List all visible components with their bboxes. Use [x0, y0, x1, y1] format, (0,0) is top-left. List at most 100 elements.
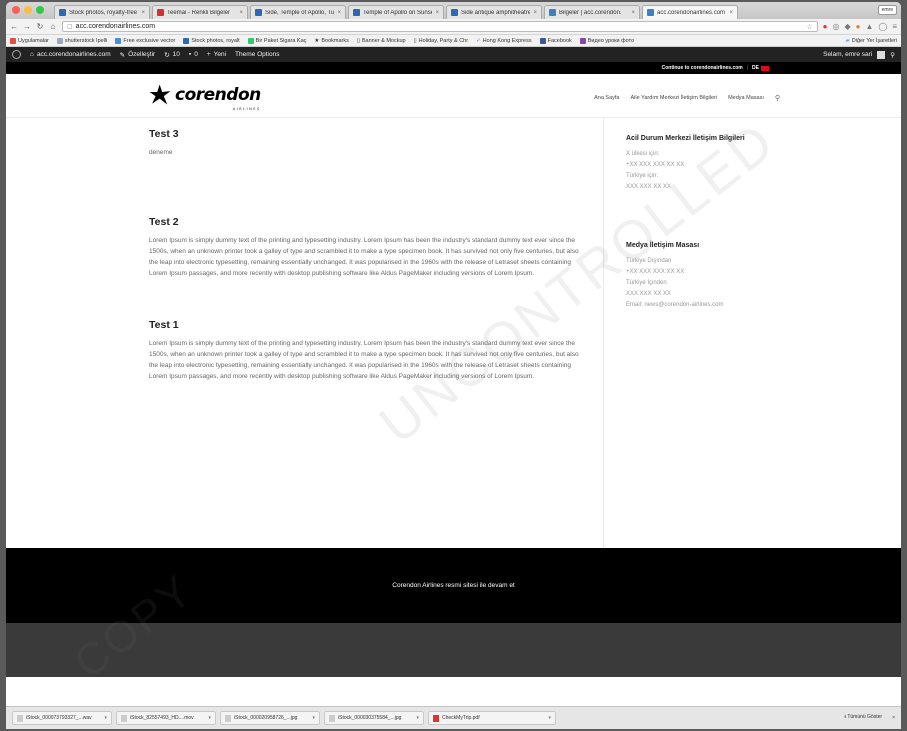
- show-all-downloads-link[interactable]: ⭳ Tümünü Göster: [844, 714, 882, 722]
- chevron-down-icon[interactable]: ▾: [208, 715, 211, 721]
- forward-arrow-icon[interactable]: →: [23, 22, 31, 31]
- tab-label: Teemai - Renkli Bilgeler: [167, 9, 231, 16]
- admin-site-label: acc.corendonairlines.com: [36, 51, 111, 58]
- admin-greeting[interactable]: Selam, emre sari: [823, 51, 872, 58]
- tab-favicon-icon: [353, 9, 360, 16]
- bookmark-item[interactable]: Free exclusive vector: [115, 37, 176, 44]
- close-tab-icon[interactable]: ×: [533, 10, 537, 16]
- footer-link[interactable]: Corendon Airlines resmi sitesi ile devam…: [392, 582, 514, 589]
- download-item[interactable]: iStock_000030375584_...jpg ▾: [324, 711, 424, 725]
- menu-icon[interactable]: ≡: [892, 22, 897, 31]
- bookmark-item[interactable]: ★ Bookmarks: [314, 38, 348, 44]
- bookmark-item[interactable]: Uygulamalar: [10, 37, 49, 44]
- browser-tab[interactable]: Teemai - Renkli Bilgeler ×: [152, 5, 248, 19]
- bookmark-item[interactable]: Facebook: [539, 37, 572, 44]
- download-item[interactable]: iStock_82557493_HD....mov ▾: [116, 711, 216, 725]
- extension-icon[interactable]: ◎: [832, 22, 839, 31]
- tab-label: Bilgeler | acc.corendon.: [559, 9, 622, 16]
- close-downloads-icon[interactable]: ×: [892, 715, 895, 721]
- admin-comments-link[interactable]: ▪ 0: [189, 51, 198, 58]
- zoom-window-button[interactable]: [36, 6, 44, 14]
- continue-link[interactable]: Continue to corendonairlines.com: [662, 65, 743, 71]
- address-bar[interactable]: ▢ acc.corendonairlines.com ☆: [62, 21, 818, 32]
- wp-logo-menu[interactable]: [12, 50, 21, 59]
- admin-updates-link[interactable]: ↻ 10: [164, 51, 180, 59]
- bookmark-item[interactable]: ▯ Banner & Mockup: [357, 38, 406, 44]
- extension-icon[interactable]: ◯: [878, 22, 887, 31]
- browser-toolbar: ← → ↻ ⌂ ▢ acc.corendonairlines.com ☆ ● ◎…: [6, 19, 901, 35]
- extension-icon[interactable]: ◆: [844, 22, 850, 31]
- tab-favicon-icon: [59, 9, 66, 16]
- admin-new-link[interactable]: + Yeni: [207, 51, 226, 58]
- browser-tab[interactable]: Temple of Apollo on Sunset ×: [348, 5, 444, 19]
- bookmark-star-icon[interactable]: ☆: [806, 23, 812, 31]
- search-icon[interactable]: ⚲: [890, 51, 895, 59]
- page-icon: ▢: [67, 24, 73, 30]
- post-title[interactable]: Test 3: [149, 128, 579, 140]
- close-window-button[interactable]: [12, 6, 20, 14]
- bookmark-item[interactable]: ▯ Holiday, Party & Chr: [414, 38, 468, 44]
- profile-button[interactable]: emre: [877, 5, 897, 15]
- bookmark-item[interactable]: shutterstock Ipelli: [56, 37, 107, 44]
- bookmark-favicon-icon: [183, 37, 190, 44]
- language-switch[interactable]: DE: [752, 65, 769, 71]
- bookmark-item[interactable]: Видео уроки фото: [579, 37, 635, 44]
- widget-line: XXX XXX XX XX: [626, 184, 672, 190]
- nav-item-home[interactable]: Ana Sayfa: [594, 95, 619, 101]
- extension-icon[interactable]: ●: [856, 22, 861, 31]
- download-item[interactable]: iStock_000020958726_...jpg ▾: [220, 711, 320, 725]
- close-tab-icon[interactable]: ×: [631, 10, 635, 16]
- admin-customize-link[interactable]: ✎ Özelleştir: [120, 51, 156, 59]
- admin-new-label: Yeni: [213, 51, 227, 58]
- chevron-down-icon[interactable]: ▾: [312, 715, 315, 721]
- tab-favicon-icon: [549, 9, 556, 16]
- close-tab-icon[interactable]: ×: [435, 10, 439, 16]
- tab-label: acc.corendonairlines.com: [657, 9, 726, 16]
- download-item[interactable]: iStock_000073793327_...wav ▾: [12, 711, 112, 725]
- post-title[interactable]: Test 1: [149, 319, 579, 331]
- download-item[interactable]: CheckMyTrip.pdf ▾: [428, 711, 556, 725]
- email-link[interactable]: Email: news@corendon-airlines.com: [626, 300, 786, 311]
- chevron-down-icon[interactable]: ▾: [548, 715, 551, 721]
- browser-tab[interactable]: Bilgeler | acc.corendon. ×: [544, 5, 640, 19]
- page-content: Test 3 deneme Test 2 Lorem Ipsum is simp…: [6, 118, 901, 548]
- bookmark-label: Видео уроки фото: [587, 37, 635, 44]
- post-title[interactable]: Test 2: [149, 216, 579, 228]
- site-logo[interactable]: corendon AIRLINES: [148, 82, 261, 111]
- browser-tab[interactable]: Stock photos, royalty-free ×: [54, 5, 150, 19]
- close-tab-icon[interactable]: ×: [337, 10, 341, 16]
- back-arrow-icon[interactable]: ←: [10, 22, 18, 31]
- close-tab-icon[interactable]: ×: [141, 10, 145, 16]
- avatar[interactable]: [877, 50, 886, 59]
- other-bookmarks[interactable]: ▰ Diğer Yer İşaretleri: [846, 38, 897, 44]
- close-tab-icon[interactable]: ×: [729, 10, 733, 16]
- bookmark-item[interactable]: ✓ Hong Kong Express: [476, 38, 532, 44]
- browser-tab[interactable]: Side antique amphitheatre ×: [446, 5, 542, 19]
- search-icon[interactable]: ⚲: [775, 94, 780, 102]
- updates-count: 10: [172, 51, 180, 58]
- home-icon[interactable]: ⌂: [49, 22, 57, 31]
- reload-icon[interactable]: ↻: [36, 22, 44, 31]
- chevron-down-icon[interactable]: ▾: [104, 715, 107, 721]
- widget-line: Türkiye İçinden: [626, 280, 667, 286]
- minimize-window-button[interactable]: [24, 6, 32, 14]
- admin-theme-options-link[interactable]: Theme Options: [235, 51, 279, 58]
- widget-line: Türkiye için:: [626, 173, 659, 179]
- bookmark-item[interactable]: Bir Paket Sigara Kaç: [247, 37, 306, 44]
- admin-site-link[interactable]: ⌂ acc.corendonairlines.com: [30, 51, 111, 58]
- close-tab-icon[interactable]: ×: [239, 10, 243, 16]
- chevron-down-icon[interactable]: ▾: [416, 715, 419, 721]
- browser-tab-active[interactable]: acc.corendonairlines.com ×: [642, 5, 738, 19]
- bookmark-label: Free exclusive vector: [123, 37, 176, 44]
- download-filename: iStock_82557493_HD....mov: [130, 715, 194, 721]
- media-contact-widget: Medya İletişim Masası Türkiye Dışından +…: [626, 242, 786, 311]
- bookmark-label: Bookmarks: [321, 37, 349, 44]
- widget-line: +XX XXX XXX XX XX: [626, 162, 685, 168]
- nav-item-family-help[interactable]: Aile Yardım Merkezi İletişim Bilgileri: [630, 95, 717, 101]
- extension-icon[interactable]: ●: [823, 22, 828, 31]
- bookmark-item[interactable]: Stock photos, royalt: [183, 37, 240, 44]
- nav-item-media-desk[interactable]: Medya Masası: [728, 95, 764, 101]
- extension-icon[interactable]: ▲: [865, 22, 873, 31]
- bookmark-favicon-icon: [579, 37, 586, 44]
- browser-tab[interactable]: Side, Temple of Apollo, Tu ×: [250, 5, 346, 19]
